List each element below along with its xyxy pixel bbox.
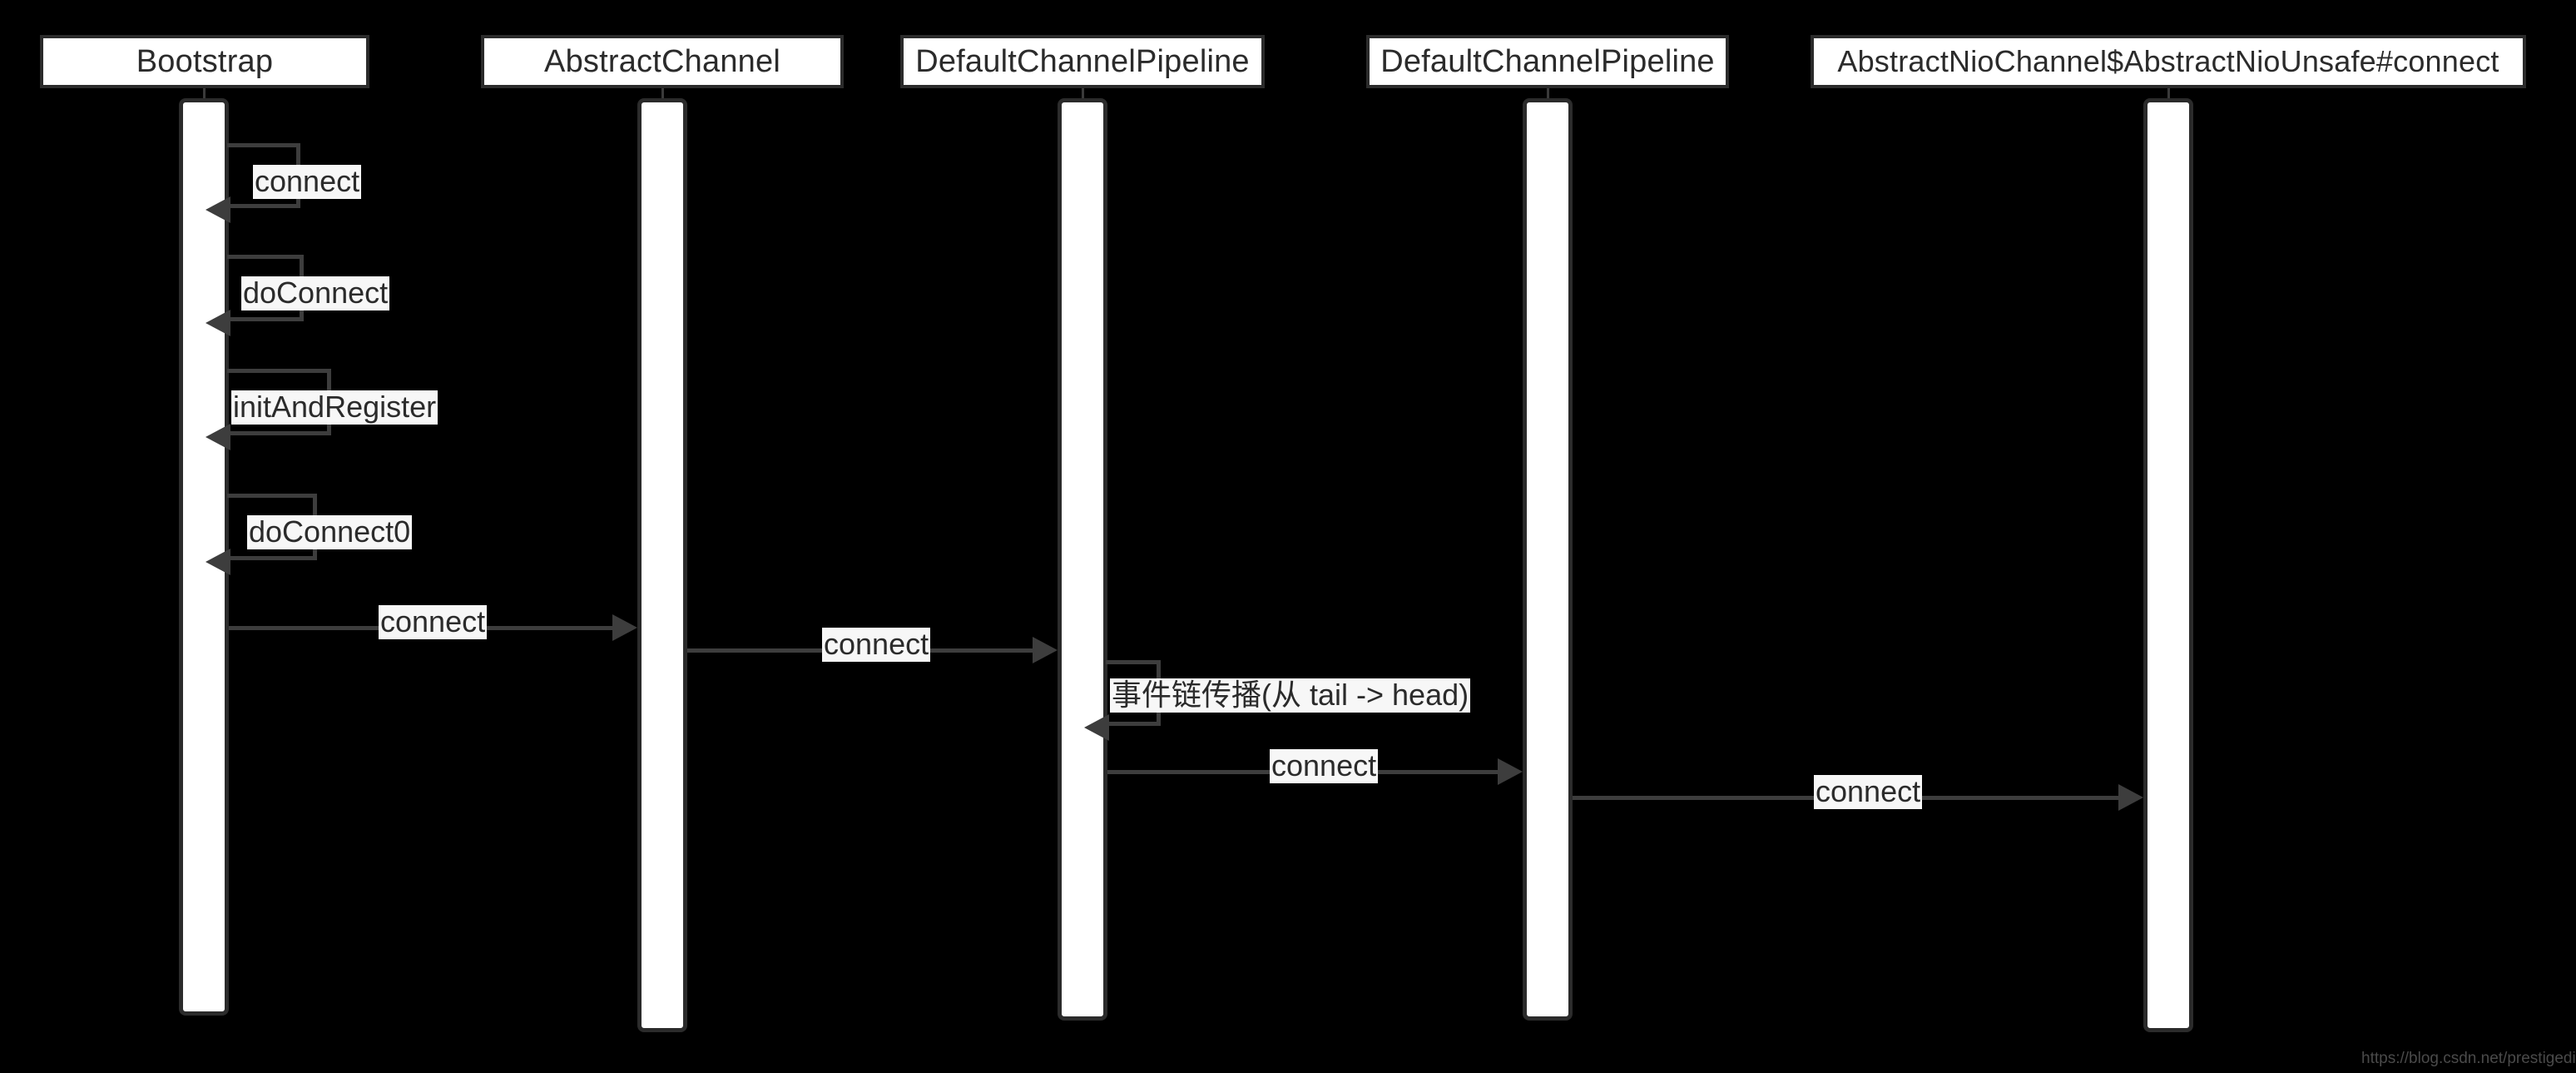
arrow-head-icon-m3 bbox=[206, 424, 230, 450]
message-label-m3: initAndRegister bbox=[231, 390, 438, 425]
arrow-head-icon-m1 bbox=[206, 196, 230, 223]
message-label-m7: 事件链传播(从 tail -> head) bbox=[1110, 678, 1471, 713]
message-label-m4: doConnect0 bbox=[247, 514, 413, 549]
arrow-head-icon-m9 bbox=[2118, 784, 2143, 811]
arrow-head-icon-m6 bbox=[1033, 637, 1058, 663]
message-label-m1: connect bbox=[253, 164, 362, 199]
participant-box-pipeline2: DefaultChannelPipeline bbox=[1366, 35, 1729, 88]
participant-label: DefaultChannelPipeline bbox=[1380, 43, 1715, 79]
participant-box-bootstrap: Bootstrap bbox=[40, 35, 369, 88]
activation-bar-abstractchannel bbox=[637, 98, 687, 1032]
participant-box-pipeline1: DefaultChannelPipeline bbox=[900, 35, 1265, 88]
participant-box-niounsafe: AbstractNioChannel$AbstractNioUnsafe#con… bbox=[1811, 35, 2526, 88]
message-label-m6: connect bbox=[822, 627, 931, 662]
participant-label: AbstractChannel bbox=[544, 43, 780, 79]
message-label-m9: connect bbox=[1814, 774, 1923, 809]
activation-bar-pipeline1 bbox=[1058, 98, 1107, 1021]
lifeline-bootstrap bbox=[203, 88, 206, 98]
arrow-head-icon-m8 bbox=[1498, 758, 1523, 785]
message-label-m5: connect bbox=[379, 604, 488, 639]
message-label-m8: connect bbox=[1270, 748, 1379, 783]
arrow-head-icon-m2 bbox=[206, 310, 230, 336]
lifeline-abstractchannel bbox=[661, 88, 664, 98]
activation-bar-niounsafe bbox=[2143, 98, 2193, 1032]
arrow-head-icon-m7 bbox=[1084, 714, 1109, 741]
lifeline-pipeline1 bbox=[1082, 88, 1084, 98]
participant-box-abstractchannel: AbstractChannel bbox=[481, 35, 844, 88]
lifeline-niounsafe bbox=[2167, 88, 2170, 98]
message-label-m2: doConnect bbox=[241, 276, 390, 310]
activation-bar-pipeline2 bbox=[1523, 98, 1573, 1021]
sequence-diagram-canvas: Bootstrap AbstractChannel DefaultChannelPi… bbox=[0, 0, 2576, 1073]
arrow-head-icon-m5 bbox=[612, 614, 637, 641]
arrow-head-icon-m4 bbox=[206, 549, 230, 575]
participant-label: Bootstrap bbox=[136, 43, 274, 79]
lifeline-pipeline2 bbox=[1547, 88, 1549, 98]
participant-label: DefaultChannelPipeline bbox=[915, 43, 1250, 79]
participant-label: AbstractNioChannel$AbstractNioUnsafe#con… bbox=[1837, 44, 2499, 78]
watermark: https://blog.csdn.net/prestigeding bbox=[2361, 1050, 2576, 1067]
